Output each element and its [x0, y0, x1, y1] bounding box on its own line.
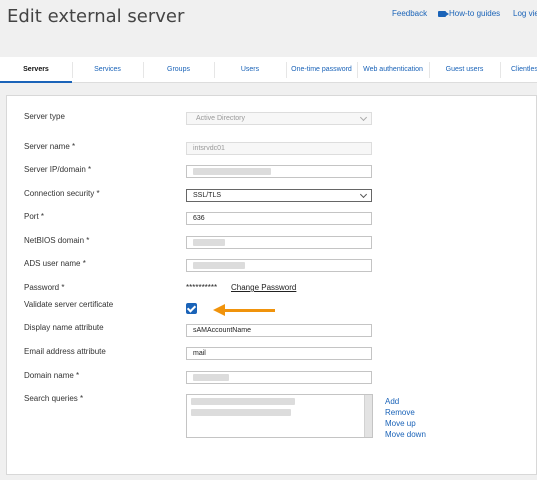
arrow-left-icon — [213, 304, 275, 316]
tab-clientless[interactable]: Clientles — [500, 57, 537, 83]
connection-security-select[interactable]: SSL/TLS — [186, 189, 372, 202]
netbios-domain-label: NetBIOS domain * — [24, 236, 90, 245]
redacted-value — [193, 373, 229, 381]
tab-services[interactable]: Services — [72, 57, 143, 83]
server-type-label: Server type — [24, 112, 65, 121]
server-name-field[interactable]: intsrvdc01 — [186, 142, 372, 155]
tab-guest-users[interactable]: Guest users — [429, 57, 500, 83]
server-type-value: Active Directory — [196, 115, 246, 122]
search-queries-label: Search queries * — [24, 394, 84, 403]
redacted-query — [191, 409, 291, 416]
server-name-value: intsrvdc01 — [193, 145, 225, 152]
domain-name-field[interactable] — [186, 371, 372, 384]
change-password-link[interactable]: Change Password — [231, 283, 296, 292]
display-name-attr-value: sAMAccountName — [193, 327, 251, 334]
log-viewer-link[interactable]: Log vie — [513, 9, 537, 18]
netbios-domain-field[interactable] — [186, 236, 372, 249]
server-type-select[interactable]: Active Directory — [186, 112, 372, 125]
connection-security-label: Connection security * — [24, 189, 100, 198]
search-queries-list[interactable] — [186, 394, 373, 438]
redacted-query — [191, 398, 295, 405]
server-ip-field[interactable] — [186, 165, 372, 178]
validate-cert-label: Validate server certificate — [24, 300, 114, 309]
page-title: Edit external server — [7, 6, 185, 27]
howto-guides-label: How-to guides — [449, 9, 501, 18]
validate-cert-checkbox[interactable] — [186, 303, 197, 314]
domain-name-label: Domain name * — [24, 371, 80, 380]
display-name-attr-field[interactable]: sAMAccountName — [186, 324, 372, 337]
ads-user-label: ADS user name * — [24, 259, 86, 268]
connection-security-value: SSL/TLS — [193, 192, 222, 199]
feedback-link[interactable]: Feedback — [392, 9, 427, 18]
search-queries-actions: Add Remove Move up Move down — [385, 396, 426, 440]
scrollbar[interactable] — [364, 395, 372, 437]
move-up-link[interactable]: Move up — [385, 418, 426, 429]
display-name-attr-label: Display name attribute — [24, 323, 104, 332]
server-ip-label: Server IP/domain * — [24, 165, 92, 174]
tab-groups[interactable]: Groups — [143, 57, 214, 83]
chevron-down-icon — [359, 113, 368, 122]
email-attr-label: Email address attribute — [24, 347, 106, 356]
tab-bar: Servers Services Groups Users One-time p… — [0, 57, 537, 83]
page-header: Edit external server Feedback How-to gui… — [0, 0, 537, 57]
port-value: 636 — [193, 215, 205, 222]
tab-users[interactable]: Users — [214, 57, 286, 83]
tab-web-authentication[interactable]: Web authentication — [357, 57, 429, 83]
add-query-link[interactable]: Add — [385, 396, 426, 407]
ads-user-field[interactable] — [186, 259, 372, 272]
email-attr-value: mail — [193, 350, 206, 357]
password-mask: ********** — [186, 283, 218, 292]
tab-servers[interactable]: Servers — [0, 57, 72, 83]
video-camera-icon — [438, 11, 449, 17]
chevron-down-icon — [359, 190, 368, 199]
redacted-value — [193, 238, 225, 246]
howto-guides-link[interactable]: How-to guides — [438, 9, 500, 18]
port-field[interactable]: 636 — [186, 212, 372, 225]
tab-one-time-password[interactable]: One-time password — [286, 57, 357, 83]
email-attr-field[interactable]: mail — [186, 347, 372, 360]
port-label: Port * — [24, 212, 45, 221]
move-down-link[interactable]: Move down — [385, 429, 426, 440]
remove-query-link[interactable]: Remove — [385, 407, 426, 418]
password-label: Password * — [24, 283, 65, 292]
redacted-value — [193, 167, 271, 175]
server-name-label: Server name * — [24, 142, 76, 151]
redacted-value — [193, 261, 245, 269]
